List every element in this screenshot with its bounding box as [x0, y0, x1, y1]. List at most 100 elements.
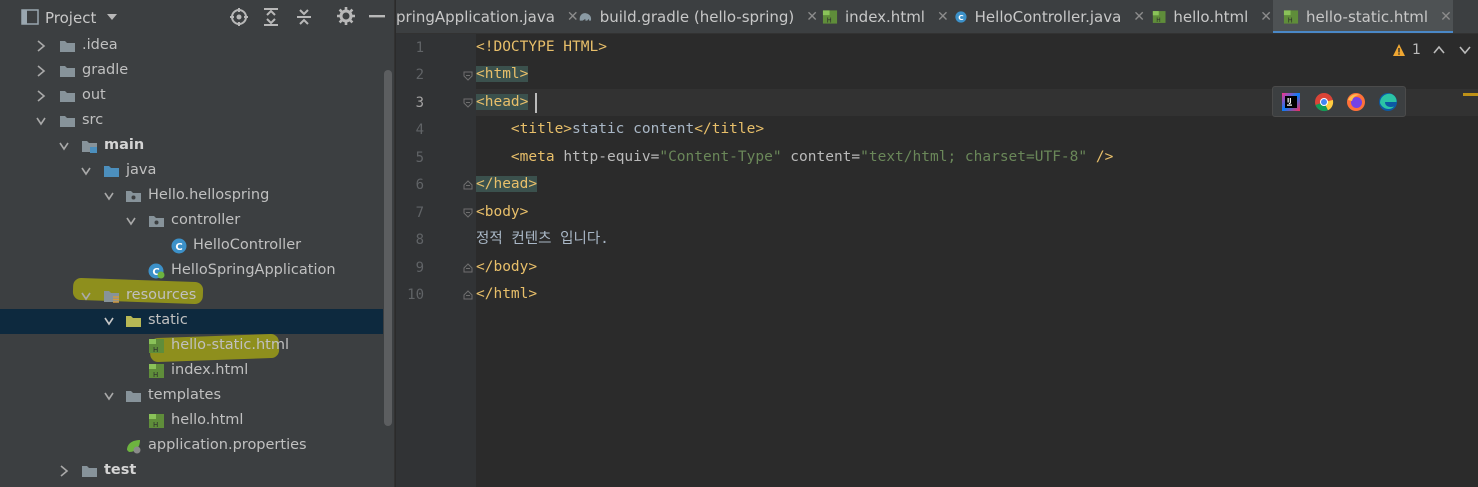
tree-item-index-html[interactable]: H index.html: [0, 359, 383, 384]
code-line-3[interactable]: <head>: [476, 89, 529, 116]
tree-item-java[interactable]: java: [0, 159, 383, 184]
project-view-icon[interactable]: [21, 9, 39, 25]
code-line-9[interactable]: </body>: [476, 254, 537, 281]
tree-item-static[interactable]: static: [0, 309, 383, 334]
select-opened-file-icon[interactable]: [230, 8, 248, 26]
tree-item-idea[interactable]: .idea: [0, 34, 383, 59]
folder-icon: [60, 41, 75, 52]
tree-item-test[interactable]: test: [0, 459, 383, 484]
tab-build-gradle[interactable]: build.gradle (hello-spring) ✕: [578, 0, 818, 33]
tab-hello-static-html[interactable]: H hello-static.html ✕: [1273, 0, 1453, 33]
close-icon[interactable]: ✕: [806, 9, 818, 25]
tree-item-hello-static-html[interactable]: H hello-static.html: [0, 334, 383, 359]
tree-item-templates[interactable]: templates: [0, 384, 383, 409]
tab-hello-html[interactable]: H hello.html ✕: [1152, 0, 1272, 33]
code-line-2[interactable]: <html>: [476, 61, 529, 88]
folder-icon: [82, 466, 97, 477]
package-icon: [126, 191, 141, 202]
package-icon: [149, 216, 164, 227]
intellij-icon[interactable]: IJ: [1281, 92, 1301, 112]
line-number: 8: [415, 232, 424, 248]
tab-index-html[interactable]: H index.html ✕: [822, 0, 950, 33]
close-icon[interactable]: ✕: [567, 9, 579, 25]
svg-text:IJ: IJ: [1287, 98, 1291, 105]
tree-item-hello-html[interactable]: H hello.html: [0, 409, 383, 434]
fold-open-icon[interactable]: [463, 98, 473, 108]
line-number: 1: [415, 40, 424, 56]
svg-text:C: C: [175, 242, 182, 253]
firefox-icon[interactable]: [1346, 92, 1366, 112]
expand-all-icon[interactable]: [263, 8, 279, 26]
tree-item-application-properties[interactable]: application.properties: [0, 434, 383, 459]
text-caret: [535, 93, 537, 113]
close-icon[interactable]: ✕: [1133, 9, 1145, 25]
inspection-widget[interactable]: 1: [1392, 40, 1471, 60]
warning-count: 1: [1412, 42, 1421, 58]
fold-close-icon[interactable]: [463, 290, 473, 300]
tree-item-resources[interactable]: resources: [0, 284, 383, 309]
settings-gear-icon[interactable]: [337, 7, 355, 25]
fold-close-icon[interactable]: [463, 180, 473, 190]
close-icon[interactable]: ✕: [1260, 9, 1272, 25]
tab-hellocontroller-java[interactable]: C HelloController.java ✕: [955, 0, 1145, 33]
edge-icon[interactable]: [1378, 92, 1398, 112]
project-header: Project: [0, 0, 395, 34]
code-line-1[interactable]: <!DOCTYPE HTML>: [476, 34, 607, 61]
svg-text:H: H: [1288, 17, 1293, 25]
html-file-icon: H: [1152, 11, 1166, 24]
open-in-browser-popup: IJ: [1272, 86, 1406, 117]
tree-item-hellospringapplication[interactable]: C HelloSpringApplication: [0, 259, 383, 284]
project-tool-window: Project .idea gradle out src main java H…: [0, 0, 395, 487]
tree-item-hellocontroller[interactable]: C HelloController: [0, 234, 383, 259]
tree-item-out[interactable]: out: [0, 84, 383, 109]
line-number: 4: [415, 122, 424, 138]
chrome-icon[interactable]: [1314, 92, 1334, 112]
code-line-5[interactable]: <meta http-equiv="Content-Type" content=…: [476, 144, 1113, 171]
view-dropdown-icon[interactable]: [106, 13, 118, 21]
html-file-icon: H: [149, 339, 164, 354]
project-view-title[interactable]: Project: [45, 9, 96, 27]
warning-icon: [1393, 44, 1405, 56]
code-line-7[interactable]: <body>: [476, 199, 528, 226]
html-file-icon: H: [149, 414, 164, 429]
code-line-8[interactable]: 정적 컨텐츠 입니다.: [476, 226, 609, 253]
close-icon[interactable]: ✕: [937, 9, 949, 25]
html-file-icon: H: [149, 364, 164, 379]
svg-text:H: H: [1156, 18, 1160, 24]
chevron-down-icon[interactable]: [1459, 45, 1471, 55]
code-line-6[interactable]: </head>: [476, 171, 538, 198]
hide-panel-icon[interactable]: [369, 15, 385, 18]
project-tree-scrollbar[interactable]: [384, 70, 392, 426]
svg-text:H: H: [153, 421, 158, 429]
java-class-icon: C: [955, 11, 967, 23]
tree-item-main[interactable]: main: [0, 134, 383, 159]
svg-text:H: H: [153, 371, 158, 379]
line-number: 3: [415, 95, 424, 111]
warning-stripe-marker[interactable]: [1463, 93, 1478, 96]
tree-item-controller[interactable]: controller: [0, 209, 383, 234]
folder-icon: [126, 391, 141, 402]
fold-open-icon[interactable]: [463, 208, 473, 218]
code-line-10[interactable]: </html>: [476, 281, 537, 308]
folder-icon: [60, 66, 75, 77]
line-number: 10: [407, 287, 424, 303]
gradle-elephant-icon: [579, 13, 592, 21]
spring-boot-class-icon: C: [148, 263, 165, 279]
source-folder-icon: [104, 166, 119, 177]
line-number: 2: [415, 67, 424, 83]
line-number: 7: [415, 205, 424, 221]
close-icon[interactable]: ✕: [1440, 9, 1452, 25]
code-line-4[interactable]: <title>static content</title>: [476, 116, 764, 143]
tab-hellospringapplication[interactable]: pringApplication.java ✕: [396, 0, 579, 33]
tree-item-src[interactable]: src: [0, 109, 383, 134]
tree-item-package-hellospring[interactable]: Hello.hellospring: [0, 184, 383, 209]
collapse-all-icon[interactable]: [296, 8, 312, 26]
tree-item-gradle[interactable]: gradle: [0, 59, 383, 84]
svg-text:C: C: [958, 13, 963, 22]
fold-open-icon[interactable]: [463, 71, 473, 81]
folder-icon: [60, 116, 75, 127]
resources-folder-icon: [104, 291, 119, 303]
svg-text:H: H: [153, 346, 158, 354]
fold-close-icon[interactable]: [463, 263, 473, 273]
chevron-up-icon[interactable]: [1433, 45, 1445, 55]
